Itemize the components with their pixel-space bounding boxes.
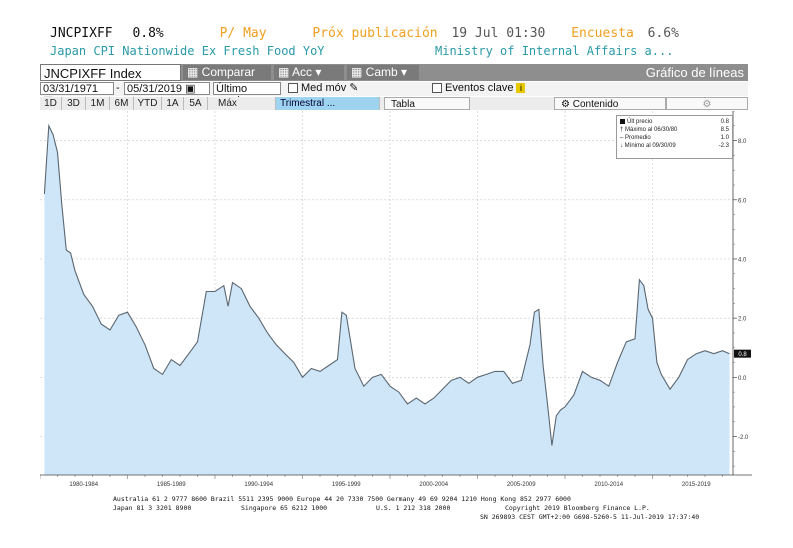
legend-value: 0.8 [720,119,729,125]
x-tick-label: 1995-1999 [332,482,361,488]
compare-button[interactable]: ▦ Comparar [183,65,271,80]
chevron-down-icon: ▾ [397,65,408,79]
legend-label: Mínimo al 09/30/09 [624,143,676,149]
actions-label: Acc [292,65,313,79]
security-description: Japan CPI Nationwide Ex Fresh Food YoY [50,44,325,58]
footer-contacts: Australia 61 2 9777 8600 Brazil 5511 239… [113,495,571,503]
legend-label: Últ precio [627,119,653,125]
survey-label: Encuesta [571,26,634,41]
y-tick-label: 4.0 [738,257,747,263]
tab-contents[interactable]: ⚙ Contenido [554,97,666,110]
chart-type-title: Gráfico de líneas [645,65,744,80]
end-date-field[interactable]: 05/31/2019 ▣ [124,82,210,95]
contents-label: Contenido [572,99,619,110]
y-tick-label: 8.0 [738,139,747,145]
legend-row-avg: – Promedio 1.0 [620,134,729,142]
range-1d[interactable]: 1D [40,97,62,110]
x-tick-label: 2000-2004 [419,482,448,488]
key-events-toggle[interactable]: Eventos clave i [432,82,526,95]
compare-label: Comparar [201,65,256,79]
ticker: JNCPIXFF [50,26,113,41]
survey-value: 6.6% [647,26,679,41]
calendar-icon: ▣ [182,83,196,95]
period-label: P/ May [219,26,267,41]
next-release-label: Próx publicación [312,26,438,41]
range-5a[interactable]: 5A [184,97,208,110]
legend-value: 8.5 [720,127,729,133]
legend-label: Máximo al 06/30/80 [625,127,678,133]
settings-icon: ⚙ [561,99,573,110]
legend-label: Promedio [625,135,651,141]
x-tick-label: 2015-2019 [682,482,711,488]
legend-row-min: ↓ Mínimo al 09/30/09 -2.3 [620,142,729,150]
end-date-value: 05/31/2019 [127,83,183,95]
frequency-select[interactable]: Trimestral ... [276,97,380,110]
checkbox-icon [288,83,298,94]
panel-toggle[interactable]: ⚙ [666,97,748,110]
legend-row-last: Últ precio 0.8 [620,118,729,126]
legend-value: 1.0 [720,135,729,141]
security-header: JNCPIXFF 0.8% P/ May Próx publicación 19… [50,26,679,41]
actions-icon: ▦ [278,65,293,79]
legend-value: -2.3 [718,143,729,149]
y-tick-label: 0.0 [738,376,747,382]
date-separator: - [116,82,120,94]
footer-japan: Japan 81 3 3201 8900 [113,504,192,512]
moving-average-label: Med móv [301,82,347,94]
next-release-date: 19 Jul 01:30 [451,26,546,41]
settings-icon: ⚙ [702,99,712,110]
footer-singapore: Singapore 65 6212 1000 [241,504,328,512]
range-1a[interactable]: 1A [162,97,184,110]
legend-row-max: † Máximo al 06/30/80 8.5 [620,126,729,134]
range-3d[interactable]: 3D [62,97,86,110]
x-tick-label: 1980-1984 [69,482,98,488]
range-ytd[interactable]: YTD [134,97,162,110]
x-tick-label: 1985-1989 [157,482,186,488]
last-value: 0.8% [132,26,164,41]
chart-legend: Últ precio 0.8 † Máximo al 06/30/80 8.5 … [616,115,733,159]
actions-button[interactable]: ▦ Acc ▾ [274,65,344,80]
data-source: Ministry of Internal Affairs a... [435,44,674,58]
x-tick-label: 1990-1994 [244,482,273,488]
index-field[interactable]: JNCPIXFF Index [40,64,181,81]
edit-icon: ▦ [351,65,366,79]
legend-swatch [620,118,625,124]
range-max[interactable]: Máx [208,97,276,110]
x-tick-label: 2010-2014 [594,482,623,488]
edit-label: Camb [365,65,398,79]
start-date-field[interactable]: 03/31/1971 ▣ [40,82,114,107]
last-value-tag: 0.8 [738,352,747,358]
y-tick-label: 2.0 [738,317,747,323]
line-chart: -2.0 0.0 2.0 4.0 6.0 8.0 1980-1984 1985-1989 19… [40,111,752,493]
pencil-icon: ✎ [346,82,359,94]
checkbox-icon [432,83,442,94]
main-toolbar: JNCPIXFF Index ▦ Comparar ▦ Acc ▾ ▦ Camb… [40,64,748,81]
chevron-down-icon: ▾ [312,65,322,79]
date-toolbar: 03/31/1971 ▣ - 05/31/2019 ▣ Último preci… [40,82,748,107]
key-events-label: Eventos clave [445,82,514,94]
price-field-select[interactable]: Último preci▾ [213,82,281,107]
start-date-value: 03/31/1971 [43,83,99,95]
footer-us: U.S. 1 212 318 2000 [376,504,451,512]
moving-average-toggle[interactable]: Med móv ✎ [288,82,359,95]
range-6m[interactable]: 6M [110,97,134,110]
footer-session: SN 269893 CEST GMT+2:00 G698-5260-5 11-J… [480,513,700,521]
range-1m[interactable]: 1M [86,97,110,110]
info-icon: i [516,83,526,94]
range-toolbar: 1D 3D 1M 6M YTD 1A 5A Máx Trimestral ...… [40,97,748,110]
security-description-row: Japan CPI Nationwide Ex Fresh Food YoY M… [50,44,673,58]
y-tick-label: 6.0 [738,198,747,204]
last-value-marker: 0.8 [734,349,751,358]
x-tick-label: 2005-2009 [507,482,536,488]
footer-copyright: Copyright 2019 Bloomberg Finance L.P. [505,504,650,512]
tab-table[interactable]: Tabla [384,97,470,110]
edit-button[interactable]: ▦ Camb ▾ [347,65,419,80]
compare-icon: ▦ [187,65,202,79]
y-tick-label: -2.0 [738,435,749,441]
